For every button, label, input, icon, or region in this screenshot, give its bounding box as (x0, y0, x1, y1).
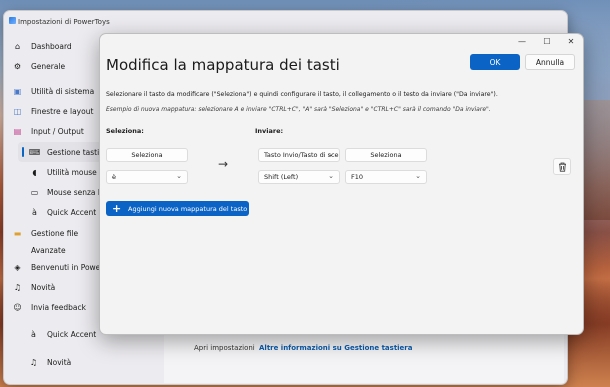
nav-item-utilita-sistema[interactable]: ▣ Utilità di sistema (4, 81, 104, 101)
nav-item-mouse-senza-bordi[interactable]: ▭ Mouse senza bordi (4, 182, 117, 202)
content-footer-area (164, 331, 564, 383)
windows-layout-icon: ◫ (13, 106, 22, 116)
bell-icon: ♫ (29, 357, 38, 367)
send-type-dropdown[interactable]: Tasto Invio/Tasto di scelta rapida ⌄ (258, 148, 340, 162)
original-key-value: è (112, 173, 116, 181)
add-key-remapping-button[interactable]: + Aggiungi nuova mappatura del tasto (106, 201, 249, 216)
selection-indicator (22, 147, 24, 157)
remap-keys-dialog: — ☐ ✕ Modifica la mappatura dei tasti OK… (99, 33, 584, 335)
minimize-button[interactable]: — (516, 37, 528, 47)
input-output-icon: ▤ (13, 126, 22, 136)
system-icon: ▣ (13, 86, 22, 96)
instructions-text: Selezionare il tasto da modificare ("Sel… (106, 91, 498, 98)
nav-item-benvenuti[interactable]: ◈ Benvenuti in PowerToys (4, 257, 119, 277)
open-settings-label: Apri impostazioni (194, 344, 255, 352)
nav-label: Utilità mouse (47, 167, 97, 177)
feedback-icon: ☺ (13, 302, 22, 312)
select-key-button-label: Seleziona (131, 151, 163, 159)
nav-item-quick-accent[interactable]: à Quick Accent (4, 202, 104, 222)
add-key-remapping-label: Aggiungi nuova mappatura del tasto (128, 204, 248, 213)
nav-label: Gestione file (31, 228, 79, 238)
send-select-button-label: Seleziona (370, 151, 402, 159)
mouse-borderless-icon: ▭ (30, 187, 39, 197)
cancel-button[interactable]: Annulla (525, 54, 575, 70)
nav-item-generale[interactable]: ⚙ Generale (4, 56, 104, 76)
nav-item-avanzate[interactable]: Avanzate (4, 245, 104, 255)
folder-icon: ▬ (13, 228, 22, 238)
nav-label: Generale (31, 61, 66, 71)
nav-item-utilita-mouse[interactable]: ◖ Utilità mouse (4, 162, 104, 182)
nav-item-finestre-layout[interactable]: ◫ Finestre e layout (4, 101, 104, 121)
select-key-button[interactable]: Seleziona (106, 148, 188, 162)
chevron-down-icon: ⌄ (328, 172, 334, 180)
keyboard-icon: ⌨ (28, 147, 41, 157)
send-select-button[interactable]: Seleziona (345, 148, 427, 162)
nav-label: Novità (31, 282, 56, 292)
nav-label: Input / Output (31, 126, 84, 136)
nav-item-dashboard[interactable]: ⌂ Dashboard (4, 36, 104, 56)
target-key-value: F10 (351, 173, 364, 181)
arrow-right-icon: → (218, 157, 229, 171)
nav-label: Quick Accent (47, 207, 97, 217)
modifier-key-dropdown[interactable]: Shift (Left) ⌄ (258, 170, 340, 184)
accent-icon: à (32, 207, 37, 217)
select-column-header: Seleziona: (106, 127, 144, 135)
maximize-button[interactable]: ☐ (541, 37, 553, 47)
plus-icon: + (112, 201, 122, 215)
modifier-key-value: Shift (Left) (264, 173, 299, 181)
trash-icon (558, 162, 566, 172)
chevron-down-icon: ⌄ (328, 150, 334, 158)
gear-icon: ⚙ (13, 61, 22, 71)
chevron-down-icon: ⌄ (176, 172, 182, 180)
dialog-title: Modifica la mappatura dei tasti (106, 56, 340, 74)
original-key-dropdown[interactable]: è ⌄ (106, 170, 188, 184)
nav-item-gestione-file[interactable]: ▬ Gestione file (4, 223, 104, 243)
nav-item-input-output[interactable]: ▤ Input / Output (4, 121, 104, 141)
nav-label: Quick Accent (47, 329, 97, 339)
bell-icon: ♫ (13, 282, 22, 292)
settings-window-title: Impostazioni di PowerToys (18, 18, 110, 26)
learn-more-link[interactable]: Altre informazioni su Gestione tastiera (259, 344, 412, 352)
bottom-nav-novita[interactable]: ♫ Novità (20, 352, 160, 372)
nav-label: Utilità di sistema (31, 86, 95, 96)
welcome-icon: ◈ (14, 262, 21, 272)
chevron-down-icon: ⌄ (415, 172, 421, 180)
powertoys-app-icon (9, 17, 16, 24)
nav-label: Novità (47, 357, 72, 367)
send-column-header: Inviare: (255, 127, 284, 135)
accent-icon: à (31, 329, 36, 339)
nav-label: Invia feedback (31, 302, 86, 312)
nav-item-novita[interactable]: ♫ Novità (4, 277, 104, 297)
nav-label: Avanzate (31, 245, 66, 255)
target-key-dropdown[interactable]: F10 ⌄ (345, 170, 427, 184)
nav-item-gestione-tastiera[interactable]: ⌨ Gestione tastiera (18, 142, 111, 162)
home-icon: ⌂ (14, 41, 21, 51)
nav-item-invia-feedback[interactable]: ☺ Invia feedback (4, 297, 104, 317)
nav-label: Dashboard (31, 41, 72, 51)
example-text: Esempio di nuova mappatura: selezionare … (106, 106, 491, 113)
close-button[interactable]: ✕ (565, 37, 577, 47)
delete-mapping-button[interactable] (553, 158, 571, 175)
nav-label: Finestre e layout (31, 106, 94, 116)
mouse-icon: ◖ (32, 167, 37, 177)
ok-button[interactable]: OK (470, 54, 520, 70)
